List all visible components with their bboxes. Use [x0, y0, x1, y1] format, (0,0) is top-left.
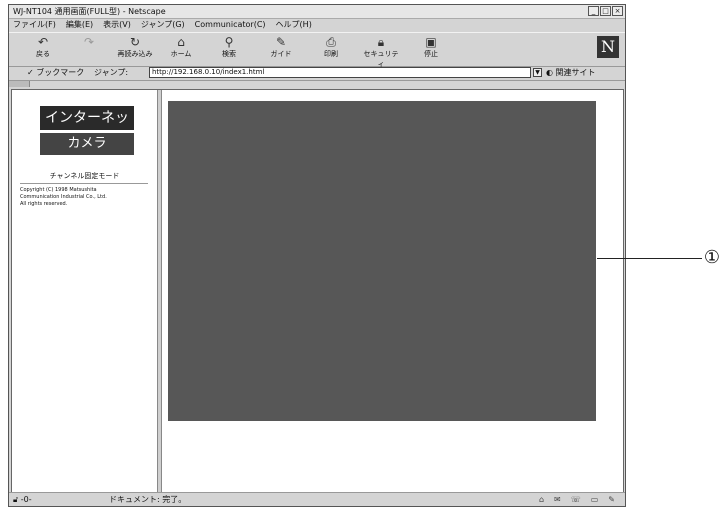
page-content: インターネット カメラ チャンネル固定モード Copyright (C) 199… — [11, 89, 624, 494]
forward-icon: ↷ — [83, 35, 95, 49]
lock-icon: 🔒︎ — [377, 35, 385, 49]
menu-view[interactable]: 表示(V) — [103, 19, 131, 31]
divider-line — [20, 183, 148, 184]
window-controls: _ □ × — [588, 6, 623, 16]
menu-file[interactable]: ファイル(F) — [13, 19, 56, 31]
reload-label: 再読み込み — [117, 50, 153, 58]
reload-button[interactable]: ↻ 再読み込み — [115, 35, 155, 59]
related-label: 関連サイト — [555, 68, 596, 77]
home-label: ホーム — [170, 50, 192, 58]
callout-number: ① — [703, 247, 721, 268]
status-bar: 🔓︎ -0- ドキュメント: 完了。 ⌂ ✉ ☏ ▭ ✎ — [9, 492, 625, 506]
forward-button[interactable]: ↷ — [69, 35, 109, 49]
search-icon: ⚲ — [224, 35, 234, 49]
reload-icon: ↻ — [129, 35, 141, 49]
banner-internet: インターネット — [40, 106, 134, 150]
toolbar-collapse-tab[interactable] — [9, 81, 30, 87]
camera-image-area — [168, 101, 596, 421]
jump-label: ジャンプ: — [94, 68, 129, 77]
close-button[interactable]: × — [612, 6, 623, 16]
netscape-logo[interactable]: N — [597, 36, 619, 58]
edit-icon[interactable]: ✎ — [608, 493, 615, 506]
back-icon: ↶ — [37, 35, 49, 49]
location-toolbar: ✓ ブックマーク ジャンプ: http://192.168.0.10/index… — [9, 66, 625, 81]
minimize-button[interactable]: _ — [588, 6, 599, 16]
stop-label: 停止 — [424, 50, 438, 58]
print-icon: ⎙ — [326, 35, 336, 49]
print-label: 印刷 — [324, 50, 338, 58]
left-frame: インターネット カメラ チャンネル固定モード Copyright (C) 199… — [12, 90, 157, 493]
url-field[interactable]: http://192.168.0.10/index1.html — [149, 67, 531, 78]
browser-window: WJ-NT104 通用画面(FULL型) - Netscape _ □ × ファ… — [8, 4, 626, 507]
menu-communicator[interactable]: Communicator(C) — [195, 19, 266, 31]
menu-edit[interactable]: 編集(E) — [66, 19, 93, 31]
stop-icon: ▣ — [425, 35, 437, 49]
related-icon: ◐ — [546, 68, 556, 77]
back-button[interactable]: ↶ 戻る — [23, 35, 63, 59]
navigator-icon[interactable]: ⌂ — [539, 493, 544, 506]
composer-icon[interactable]: ▭ — [591, 493, 599, 506]
home-button[interactable]: ⌂ ホーム — [161, 35, 201, 59]
guide-icon: ✎ — [275, 35, 287, 49]
maximize-button[interactable]: □ — [600, 6, 611, 16]
menu-go[interactable]: ジャンプ(G) — [141, 19, 185, 31]
url-dropdown-icon[interactable]: ▼ — [533, 68, 542, 77]
right-frame — [162, 90, 623, 493]
security-status-icon[interactable]: 🔓︎ -0- — [13, 493, 32, 506]
bookmark-icon: ✓ — [27, 68, 37, 77]
guide-label: ガイド — [270, 50, 292, 58]
menu-help[interactable]: ヘルプ(H) — [276, 19, 312, 31]
discussion-icon[interactable]: ☏ — [571, 493, 581, 506]
security-button[interactable]: 🔒︎ セキュリティ — [361, 35, 401, 69]
callout-line — [597, 258, 702, 259]
print-button[interactable]: ⎙ 印刷 — [311, 35, 351, 59]
navigation-toolbar: ↶ 戻る ↷ ↻ 再読み込み ⌂ ホーム ⚲ 検索 ✎ ガイド ⎙ 印刷 🔒︎ — [9, 32, 625, 69]
home-icon: ⌂ — [177, 35, 185, 49]
menu-bar: ファイル(F) 編集(E) 表示(V) ジャンプ(G) Communicator… — [9, 19, 625, 31]
copyright-notice: Copyright (C) 1998 Matsushita Communicat… — [20, 187, 150, 208]
window-title: WJ-NT104 通用画面(FULL型) - Netscape — [13, 7, 166, 16]
component-bar: ⌂ ✉ ☏ ▭ ✎ — [539, 493, 615, 506]
guide-button[interactable]: ✎ ガイド — [261, 35, 301, 59]
status-text: ドキュメント: 完了。 — [109, 495, 187, 504]
bookmarks-button[interactable]: ✓ ブックマーク — [27, 66, 84, 80]
search-label: 検索 — [222, 50, 236, 58]
search-button[interactable]: ⚲ 検索 — [209, 35, 249, 59]
title-bar: WJ-NT104 通用画面(FULL型) - Netscape _ □ × — [9, 5, 625, 19]
copyright-line: Communication Industrial Co., Ltd. — [20, 194, 107, 200]
mail-icon[interactable]: ✉ — [554, 493, 561, 506]
back-label: 戻る — [36, 50, 50, 58]
copyright-line: All rights reserved. — [20, 201, 68, 207]
related-sites-button[interactable]: ◐ 関連サイト — [546, 66, 596, 80]
mode-link[interactable]: チャンネル固定モード — [12, 171, 157, 181]
stop-button[interactable]: ▣ 停止 — [411, 35, 451, 59]
bookmarks-label: ブックマーク — [36, 68, 85, 77]
banner-camera: カメラ — [40, 133, 134, 155]
copyright-line: Copyright (C) 1998 Matsushita — [20, 187, 97, 193]
